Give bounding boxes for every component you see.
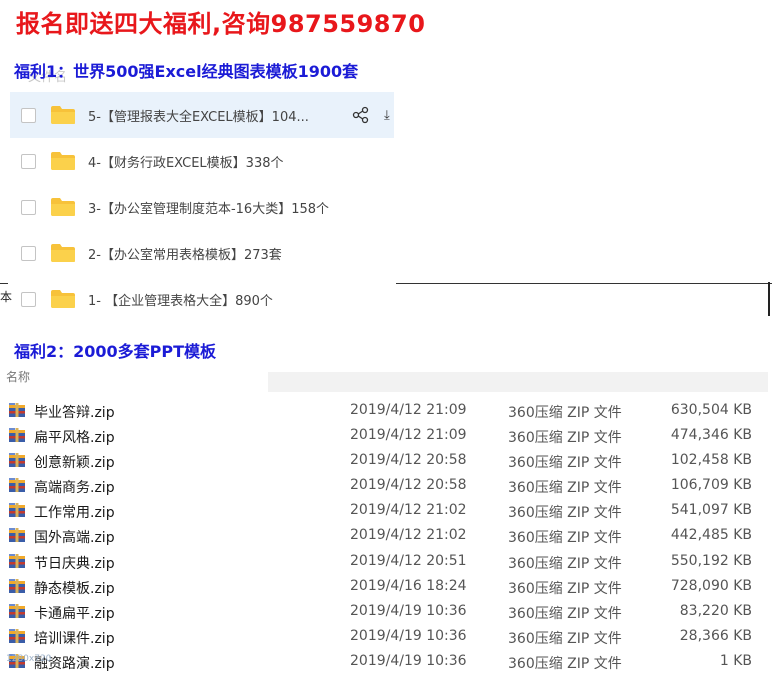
- file-type: 360压缩 ZIP 文件: [508, 505, 622, 522]
- file-modified-date: 2019/4/12 21:09: [350, 427, 467, 444]
- zip-archive-icon: [9, 528, 25, 543]
- folder-name[interactable]: 3-【办公室管理制度范本-16大类】158个: [88, 198, 329, 217]
- row-checkbox[interactable]: [21, 291, 36, 307]
- file-type: 360压缩 ZIP 文件: [508, 555, 622, 572]
- folder-icon: [51, 152, 75, 170]
- file-modified-date: 2019/4/19 10:36: [350, 627, 467, 644]
- file-name[interactable]: 扁平风格.zip: [34, 427, 115, 447]
- file-size: 102,458 KB: [670, 452, 752, 469]
- zip-archive-icon: [9, 428, 25, 443]
- window-edge-mark: [768, 282, 770, 316]
- folder-list: 5-【管理报表大全EXCEL模板】104... ⤓ 4-【财务行政EXCEL模板…: [10, 92, 394, 322]
- zip-archive-icon: [9, 453, 25, 468]
- folder-name[interactable]: 1- 【企业管理表格大全】890个: [88, 290, 273, 309]
- file-type: 360压缩 ZIP 文件: [508, 655, 622, 672]
- file-row[interactable]: 毕业答辩.zip 2019/4/12 21:09 360压缩 ZIP 文件 630,5…: [0, 398, 772, 423]
- zip-archive-icon: [9, 578, 25, 593]
- file-row[interactable]: 节日庆典.zip 2019/4/12 20:51 360压缩 ZIP 文件 550,1…: [0, 549, 772, 574]
- file-row[interactable]: 扁平风格.zip 2019/4/12 21:09 360压缩 ZIP 文件 474,3…: [0, 423, 772, 448]
- file-name[interactable]: 创意新颖.zip: [34, 452, 115, 472]
- file-modified-date: 2019/4/12 21:09: [350, 402, 467, 418]
- file-type: 360压缩 ZIP 文件: [508, 405, 622, 421]
- file-modified-date: 2019/4/12 21:02: [350, 527, 467, 544]
- header-strip: [268, 372, 768, 392]
- file-row[interactable]: 工作常用.zip 2019/4/12 21:02 360压缩 ZIP 文件 541,0…: [0, 498, 772, 523]
- file-type: 360压缩 ZIP 文件: [508, 480, 622, 497]
- zip-archive-icon: [9, 553, 25, 568]
- folder-name[interactable]: 5-【管理报表大全EXCEL模板】104...: [88, 106, 309, 125]
- file-size: 630,504 KB: [670, 402, 752, 418]
- zip-archive-icon: [9, 603, 25, 618]
- file-size: 474,346 KB: [670, 427, 752, 444]
- file-type: 360压缩 ZIP 文件: [508, 430, 622, 447]
- file-row[interactable]: 创意新颖.zip 2019/4/12 20:58 360压缩 ZIP 文件 102,4…: [0, 448, 772, 473]
- folder-row[interactable]: 4-【财务行政EXCEL模板】338个: [10, 138, 394, 184]
- file-row[interactable]: 国外高端.zip 2019/4/12 21:02 360压缩 ZIP 文件 442,4…: [0, 523, 772, 548]
- row-checkbox[interactable]: [21, 245, 36, 261]
- file-row[interactable]: 融资路演.zip 2019/4/19 10:36 360压缩 ZIP 文件 1 KB: [0, 649, 772, 674]
- file-name[interactable]: 节日庆典.zip: [34, 553, 115, 573]
- file-name[interactable]: 国外高端.zip: [34, 527, 115, 547]
- file-size: 1 KB: [719, 652, 752, 669]
- file-row[interactable]: 培训课件.zip 2019/4/19 10:36 360压缩 ZIP 文件 28,36…: [0, 624, 772, 649]
- file-modified-date: 2019/4/12 20:58: [350, 452, 467, 469]
- file-size: 442,485 KB: [670, 527, 752, 544]
- file-modified-date: 2019/4/16 18:24: [350, 577, 467, 594]
- window-edge-line: [396, 283, 772, 284]
- file-size: 728,090 KB: [670, 577, 752, 594]
- file-name[interactable]: 毕业答辩.zip: [34, 402, 115, 422]
- folder-row[interactable]: 2-【办公室常用表格模板】273套: [10, 230, 394, 276]
- folder-name[interactable]: 2-【办公室常用表格模板】273套: [88, 244, 282, 263]
- file-modified-date: 2019/4/19 10:36: [350, 652, 467, 669]
- zip-archive-icon: [9, 503, 25, 518]
- row-checkbox[interactable]: [21, 199, 36, 215]
- folder-icon: [51, 106, 75, 124]
- promo-headline: 报名即送四大福利,咨询987559870: [16, 10, 426, 38]
- folder-row[interactable]: 1- 【企业管理表格大全】890个: [10, 276, 394, 322]
- file-name[interactable]: 工作常用.zip: [34, 502, 115, 522]
- clipped-label: 本: [0, 290, 13, 304]
- window-edge-line: [0, 283, 8, 284]
- file-name[interactable]: 卡通扁平.zip: [34, 603, 115, 623]
- folder-icon: [51, 244, 75, 262]
- benefit-1-title: 福利1：世界500强Excel经典图表模板1900套: [14, 62, 359, 81]
- file-modified-date: 2019/4/19 10:36: [350, 602, 467, 619]
- row-checkbox[interactable]: [21, 107, 36, 123]
- zip-archive-icon: [9, 478, 25, 493]
- row-checkbox[interactable]: [21, 153, 36, 169]
- benefit-2-title: 福利2：2000多套PPT模板: [14, 342, 217, 361]
- file-row[interactable]: 静态模板.zip 2019/4/16 18:24 360压缩 ZIP 文件 728,0…: [0, 574, 772, 599]
- file-size: 106,709 KB: [670, 477, 752, 494]
- file-list: 毕业答辩.zip 2019/4/12 21:09 360压缩 ZIP 文件 630,5…: [0, 398, 772, 674]
- file-size: 550,192 KB: [670, 552, 752, 569]
- share-icon[interactable]: [352, 106, 370, 124]
- file-row[interactable]: 高端商务.zip 2019/4/12 20:58 360压缩 ZIP 文件 106,7…: [0, 473, 772, 498]
- folder-icon: [51, 198, 75, 216]
- file-type: 360压缩 ZIP 文件: [508, 605, 622, 622]
- column-header-name[interactable]: 名称: [6, 368, 30, 385]
- file-type: 360压缩 ZIP 文件: [508, 455, 622, 472]
- file-type: 360压缩 ZIP 文件: [508, 530, 622, 547]
- file-name[interactable]: 高端商务.zip: [34, 477, 115, 497]
- folder-row[interactable]: 5-【管理报表大全EXCEL模板】104... ⤓: [10, 92, 394, 138]
- file-type: 360压缩 ZIP 文件: [508, 580, 622, 597]
- file-name[interactable]: 静态模板.zip: [34, 578, 115, 598]
- file-modified-date: 2019/4/12 20:51: [350, 552, 467, 569]
- folder-icon: [51, 290, 75, 308]
- folder-row[interactable]: 3-【办公室管理制度范本-16大类】158个: [10, 184, 394, 230]
- file-name[interactable]: 培训课件.zip: [34, 628, 115, 648]
- watermark: 1280x720: [6, 654, 52, 664]
- download-icon[interactable]: ⤓: [384, 108, 390, 123]
- file-row[interactable]: 卡通扁平.zip 2019/4/19 10:36 360压缩 ZIP 文件 83,22…: [0, 599, 772, 624]
- file-type: 360压缩 ZIP 文件: [508, 630, 622, 647]
- file-modified-date: 2019/4/12 20:58: [350, 477, 467, 494]
- zip-archive-icon: [9, 628, 25, 643]
- folder-name[interactable]: 4-【财务行政EXCEL模板】338个: [88, 152, 283, 171]
- zip-archive-icon: [9, 403, 25, 417]
- file-modified-date: 2019/4/12 21:02: [350, 502, 467, 519]
- file-size: 83,220 KB: [679, 602, 752, 619]
- file-size: 541,097 KB: [670, 502, 752, 519]
- file-size: 28,366 KB: [679, 627, 752, 644]
